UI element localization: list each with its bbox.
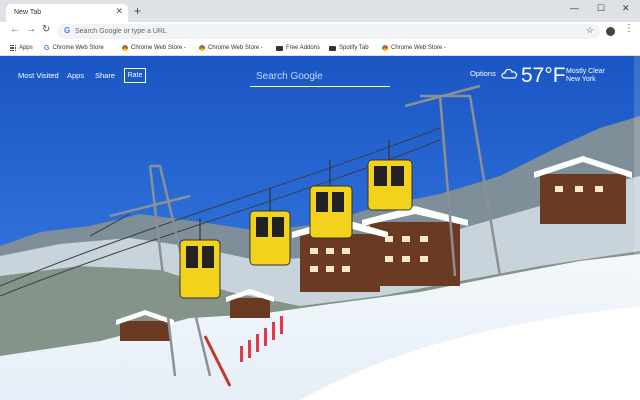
bookmark-spotify-tab[interactable]: Spotify Tab (329, 43, 369, 53)
options-link[interactable]: Options (470, 70, 496, 78)
bookmark-label: Chrome Web Store (52, 45, 104, 51)
browser-window: New Tab ✕ + — ☐ ✕ ← → ↻ G ☆ ⋮ Apps G Chr… (0, 0, 640, 400)
plus-icon[interactable]: + (134, 5, 141, 17)
weather-condition: Mostly Clear (566, 68, 605, 75)
bookmark-apps[interactable]: Apps (10, 43, 33, 53)
account-icon[interactable] (606, 27, 615, 36)
rate-button[interactable]: Rate (124, 68, 146, 83)
bookmark-label: Apps (19, 45, 33, 51)
bookmark-chrome-web-store[interactable]: Chrome Web Store - (382, 43, 446, 53)
bookmark-label: Free Addons (286, 45, 321, 51)
bookmark-label: Spotify Tab (339, 45, 369, 51)
minimize-icon[interactable]: — (570, 4, 579, 13)
bookmark-label: Chrome Web Store - (208, 45, 263, 51)
scrollbar[interactable] (634, 56, 640, 400)
new-tab-page: Most Visited Apps Share Rate Options 57°… (0, 56, 640, 400)
bookmark-chrome-web-store[interactable]: Chrome Web Store - (199, 43, 263, 53)
film-icon (276, 45, 283, 51)
google-icon: G (44, 44, 50, 52)
address-input[interactable] (75, 25, 515, 38)
arrow-left-icon[interactable]: ← (10, 25, 20, 35)
reload-icon[interactable]: ↻ (42, 25, 50, 35)
tab-new-tab[interactable]: New Tab ✕ (6, 4, 128, 22)
window-close-icon[interactable]: ✕ (622, 4, 630, 13)
most-visited-link[interactable]: Most Visited (18, 72, 59, 80)
weather-location: New York (566, 76, 596, 84)
bookmark-label: Chrome Web Store - (391, 45, 446, 51)
temperature: 57°F (521, 64, 566, 87)
web-store-icon (382, 45, 388, 51)
tab-strip: New Tab ✕ + — ☐ ✕ (0, 0, 640, 22)
maximize-icon[interactable]: ☐ (597, 4, 605, 13)
bookmark-chrome-web-store[interactable]: Chrome Web Store - (122, 43, 186, 53)
arrow-right-icon[interactable]: → (26, 25, 36, 35)
weather-details: Mostly Clear New York (566, 68, 605, 84)
browser-toolbar: ← → ↻ G ☆ (0, 22, 640, 41)
film-icon (329, 45, 336, 51)
apps-link[interactable]: Apps (67, 72, 84, 80)
kebab-menu-icon[interactable]: ⋮ (624, 24, 634, 34)
web-store-icon (122, 45, 128, 51)
background-photo (0, 56, 640, 400)
bookmarks-bar: Apps G Chrome Web Store Chrome Web Store… (0, 41, 640, 56)
star-icon[interactable]: ☆ (586, 26, 594, 35)
google-icon: G (64, 26, 71, 35)
share-link[interactable]: Share (95, 72, 115, 80)
apps-grid-icon (10, 44, 17, 52)
web-store-icon (199, 45, 205, 51)
close-icon[interactable]: ✕ (115, 7, 123, 16)
support-link[interactable]: Support (597, 382, 618, 388)
bookmark-chrome-web-store[interactable]: G Chrome Web Store (44, 43, 104, 53)
search-input[interactable] (250, 67, 390, 87)
bookmark-free-addons[interactable]: Free Addons (276, 43, 320, 53)
partly-cloudy-icon (501, 68, 518, 79)
omnibox[interactable]: G ☆ (57, 24, 600, 39)
bookmark-label: Chrome Web Store - (131, 45, 186, 51)
tab-title: New Tab (14, 9, 42, 16)
